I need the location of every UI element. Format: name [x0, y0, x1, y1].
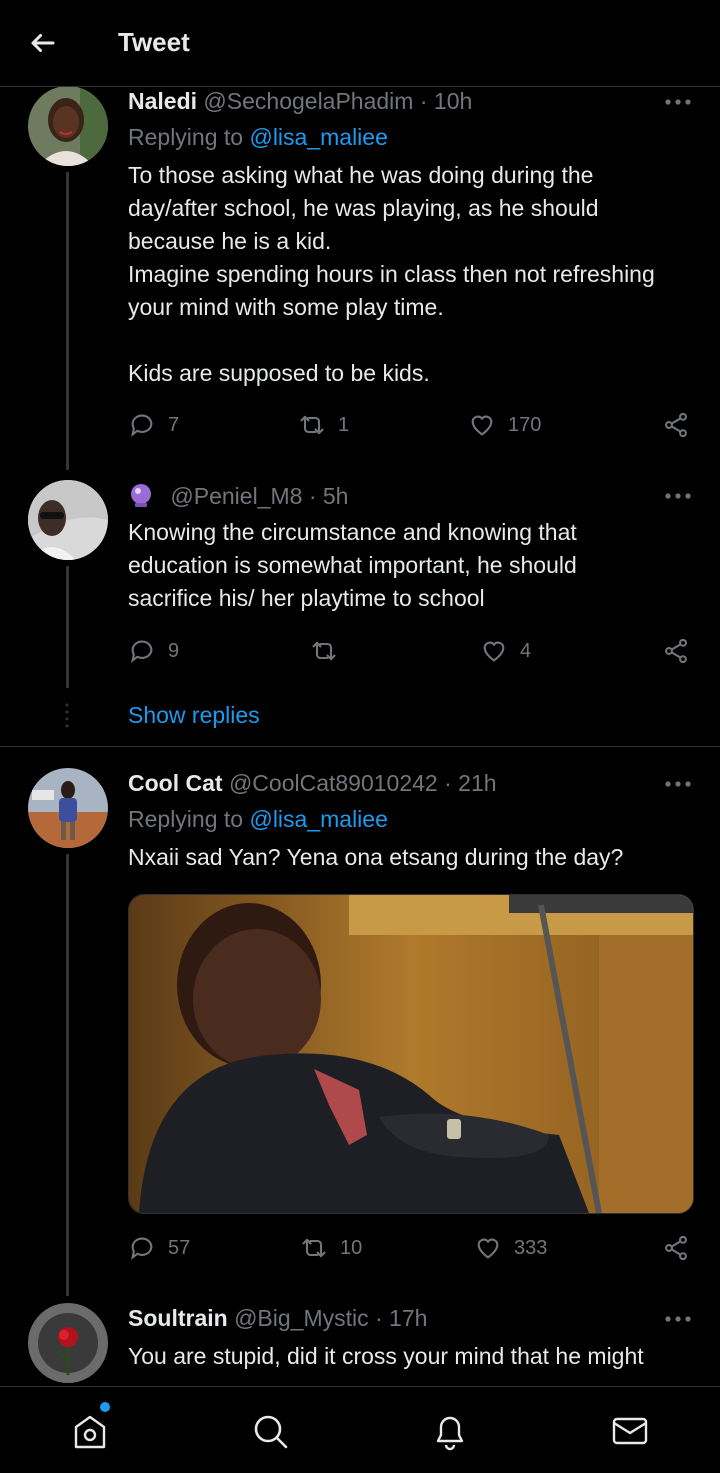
reply-button[interactable]: 57 — [128, 1234, 190, 1262]
timestamp[interactable]: · 17h — [375, 1305, 427, 1331]
tweet-text: Knowing the circumstance and knowing tha… — [128, 519, 577, 611]
mention-link[interactable]: @lisa_maliee — [249, 806, 387, 832]
display-name[interactable]: Naledi — [128, 88, 197, 114]
more-icon[interactable] — [664, 780, 692, 788]
heart-icon — [483, 641, 505, 662]
thread-line — [66, 854, 69, 1296]
retweet-count: 10 — [340, 1236, 363, 1259]
timestamp[interactable]: · 10h — [420, 88, 472, 114]
tweet-header: Soultrain @Big_Mystic · 17h — [128, 1305, 427, 1332]
share-button[interactable] — [662, 1234, 690, 1262]
avatar[interactable] — [28, 86, 108, 166]
thread-line — [66, 566, 69, 688]
tweet-text: Nxaii sad Yan? Yena ona etsang during th… — [128, 844, 624, 870]
like-button[interactable]: 333 — [474, 1234, 547, 1262]
tweet-actions: 9 4 — [128, 637, 698, 667]
tweet-text: To those asking what he was doing during… — [128, 162, 655, 386]
bell-icon[interactable] — [430, 1411, 470, 1451]
tweet-actions: 7 1 170 — [128, 411, 698, 441]
more-icon[interactable] — [664, 1315, 692, 1323]
timestamp[interactable]: · 21h — [444, 770, 496, 796]
notification-dot — [100, 1402, 110, 1412]
like-count: 170 — [508, 413, 542, 436]
reply-button[interactable]: 7 — [128, 411, 179, 439]
tweet-header: @Peniel_M8 · 5h — [128, 482, 348, 510]
tweet-image[interactable] — [128, 894, 694, 1214]
heart-icon — [471, 415, 493, 436]
reply-count: 7 — [168, 413, 180, 436]
top-bar: Tweet — [0, 0, 720, 87]
share-icon — [665, 1235, 687, 1261]
share-button[interactable] — [662, 411, 690, 439]
home-icon[interactable] — [70, 1411, 110, 1451]
share-icon — [665, 412, 687, 438]
reply-button[interactable]: 9 — [128, 637, 179, 665]
retweet-icon — [312, 641, 336, 661]
handle[interactable]: @CoolCat89010242 — [229, 770, 438, 796]
page-title: Tweet — [118, 27, 190, 57]
like-count: 333 — [514, 1236, 548, 1259]
retweet-icon — [302, 1238, 326, 1258]
replying-to: Replying to @lisa_maliee — [128, 124, 388, 150]
heart-icon — [477, 1238, 499, 1259]
reply-icon — [131, 640, 153, 663]
more-icon[interactable] — [664, 98, 692, 106]
mail-icon[interactable] — [610, 1411, 650, 1451]
reply-count: 9 — [168, 639, 180, 662]
like-button[interactable]: 170 — [468, 411, 541, 439]
share-button[interactable] — [662, 637, 690, 665]
display-name[interactable]: Soultrain — [128, 1305, 228, 1331]
display-name[interactable]: Cool Cat — [128, 770, 223, 796]
share-icon — [665, 638, 687, 664]
reply-icon — [131, 414, 153, 437]
like-button[interactable]: 4 — [480, 637, 531, 665]
reply-count: 57 — [168, 1236, 191, 1259]
handle[interactable]: @Big_Mystic — [234, 1305, 369, 1331]
crystal-ball-icon — [131, 484, 151, 507]
mention-link[interactable]: @lisa_maliee — [249, 124, 387, 150]
retweet-icon — [300, 415, 324, 435]
tweet-actions: 57 10 333 — [128, 1234, 698, 1264]
timestamp[interactable]: · 5h — [309, 483, 349, 509]
retweet-count: 1 — [338, 413, 350, 436]
divider — [0, 746, 720, 747]
replying-to: Replying to @lisa_maliee — [128, 806, 388, 832]
handle[interactable]: @Peniel_M8 — [170, 483, 302, 509]
tweet-header: Cool Cat @CoolCat89010242 · 21h — [128, 770, 497, 797]
retweet-button[interactable]: 10 — [300, 1234, 362, 1262]
thread-line — [66, 172, 69, 470]
show-replies-link[interactable]: Show replies — [128, 702, 260, 729]
reply-icon — [131, 1237, 153, 1260]
more-icon[interactable] — [664, 492, 692, 500]
like-count: 4 — [520, 639, 532, 662]
avatar[interactable] — [28, 480, 108, 560]
retweet-button[interactable] — [310, 637, 338, 665]
retweet-button[interactable]: 1 — [298, 411, 349, 439]
handle[interactable]: @SechogelaPhadim — [203, 88, 413, 114]
bottom-nav — [0, 1386, 720, 1473]
arrow-left-icon[interactable] — [28, 28, 58, 58]
tweet-text: You are stupid, did it cross your mind t… — [128, 1343, 644, 1369]
tweet-header: Naledi @SechogelaPhadim · 10h — [128, 88, 472, 115]
search-icon[interactable] — [250, 1411, 290, 1451]
thread-dots — [65, 703, 69, 728]
avatar[interactable] — [28, 768, 108, 848]
avatar[interactable] — [28, 1303, 108, 1383]
